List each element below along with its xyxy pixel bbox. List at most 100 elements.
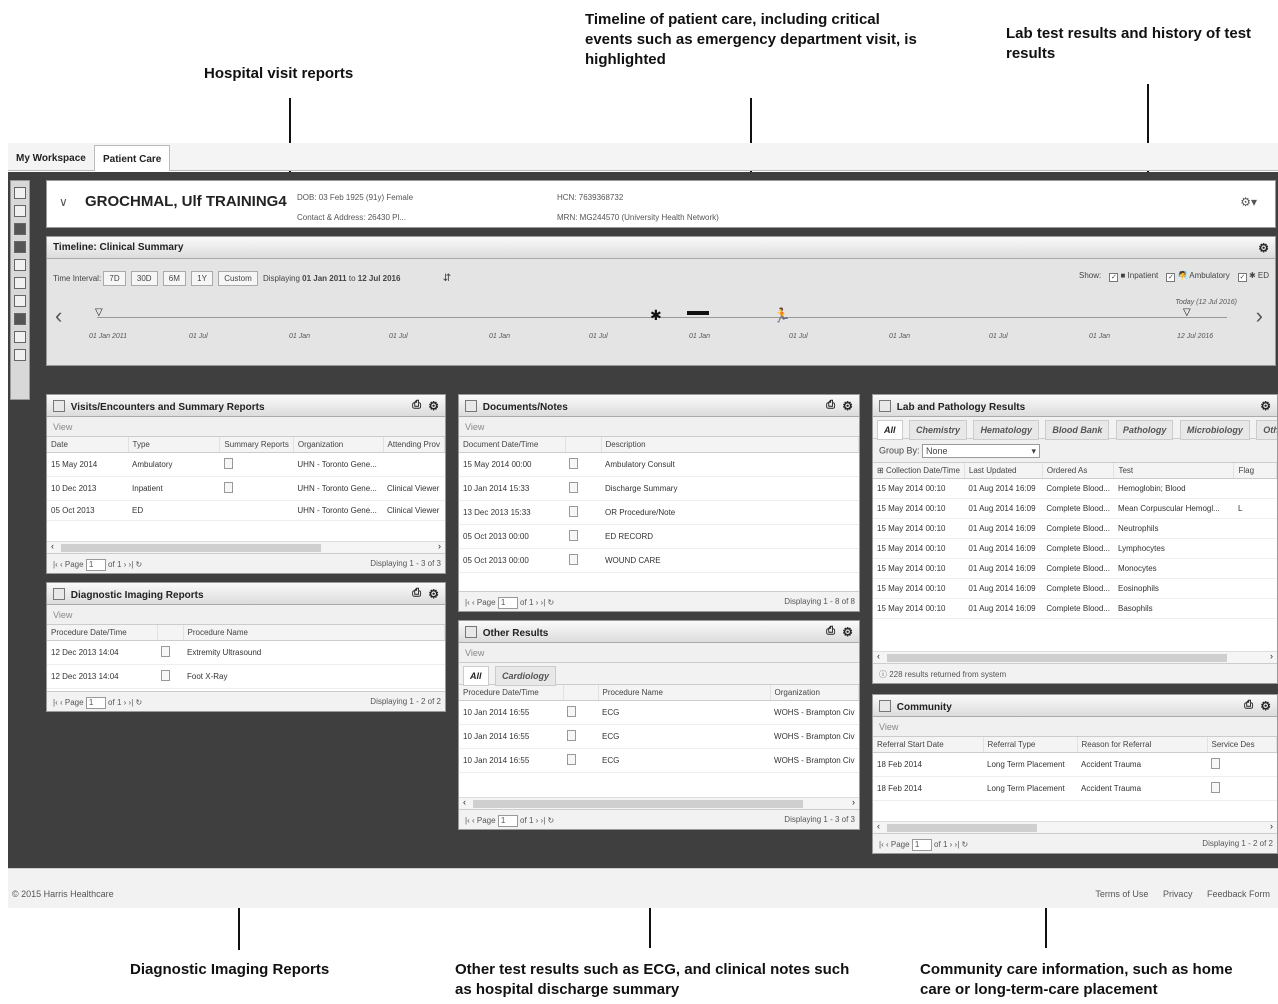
tab-blood-bank[interactable]: Blood Bank — [1045, 420, 1110, 440]
next-page-icon[interactable]: › — [950, 840, 953, 849]
scroll-thumb[interactable] — [473, 800, 803, 808]
scroll-left-icon[interactable]: ‹ — [877, 821, 880, 831]
prev-page-icon[interactable]: ‹ — [472, 816, 475, 825]
next-page-icon[interactable]: › — [536, 598, 539, 607]
table-row[interactable]: 10 Jan 2014 16:55 ECG WOHS - Brampton Civ — [459, 724, 859, 749]
printer-icon[interactable]: ⎙ — [826, 625, 835, 638]
table-row[interactable]: 15 May 2014 00:10 01 Aug 2014 16:09 Comple… — [873, 578, 1277, 599]
table-row[interactable]: 10 Dec 2013 Inpatient UHN - Toronto Gene.… — [47, 476, 445, 501]
document-icon[interactable] — [223, 482, 233, 493]
tab-chemistry[interactable]: Chemistry — [908, 420, 967, 440]
tab-all[interactable]: All — [463, 666, 489, 686]
first-page-icon[interactable]: |‹ — [465, 816, 470, 825]
document-icon[interactable] — [569, 482, 578, 493]
scroll-right-icon[interactable]: › — [852, 797, 855, 807]
view-button[interactable]: View — [53, 422, 72, 432]
barcode-icon[interactable] — [14, 223, 26, 235]
scroll-left-icon[interactable]: ‹ — [51, 541, 54, 551]
inpatient-event-bar[interactable] — [687, 311, 709, 315]
tab-microbiology[interactable]: Microbiology — [1179, 420, 1250, 440]
column-header[interactable]: Referral Type — [983, 737, 1078, 753]
column-header[interactable]: Type — [128, 437, 221, 453]
table-row[interactable]: 15 May 2014 00:10 01 Aug 2014 16:09 Comple… — [873, 598, 1277, 619]
table-row[interactable]: 15 May 2014 00:10 01 Aug 2014 16:09 Comple… — [873, 478, 1277, 499]
first-page-icon[interactable]: |‹ — [53, 560, 58, 569]
document-icon[interactable] — [569, 554, 578, 565]
expand-icon[interactable]: ⊞ — [877, 466, 884, 475]
terms-link[interactable]: Terms of Use — [1095, 889, 1148, 899]
document-icon[interactable] — [1211, 782, 1220, 793]
privacy-link[interactable]: Privacy — [1163, 889, 1193, 899]
refresh-icon[interactable]: ⇵ — [443, 273, 451, 284]
scroll-left-icon[interactable]: ‹ — [463, 797, 466, 807]
scroll-thumb[interactable] — [887, 654, 1227, 662]
chevron-down-icon[interactable]: ▾ — [1032, 446, 1037, 457]
gear-icon[interactable]: ⚙ — [1260, 399, 1271, 413]
chevron-down-icon[interactable]: ∨ — [59, 195, 68, 209]
table-row[interactable]: 15 May 2014 00:10 01 Aug 2014 16:09 Comple… — [873, 538, 1277, 559]
last-page-icon[interactable]: ›| — [955, 840, 960, 849]
tab-all[interactable]: All — [877, 420, 903, 440]
column-header[interactable]: Summary Reports — [219, 437, 294, 453]
column-header[interactable]: Procedure Name — [183, 625, 445, 641]
column-header[interactable]: Procedure Name — [598, 685, 771, 701]
view-button[interactable]: View — [465, 648, 484, 658]
page-input[interactable]: 1 — [497, 597, 518, 609]
document-icon[interactable] — [161, 670, 170, 681]
column-header[interactable]: ⊞ Collection Date/Time — [873, 463, 965, 479]
printer-icon[interactable]: ⎙ — [412, 587, 421, 600]
column-header[interactable]: Referral Start Date — [873, 737, 984, 753]
share-icon[interactable]: ⚙▾ — [1240, 195, 1257, 209]
visits-icon[interactable] — [14, 259, 26, 271]
table-row[interactable]: 15 May 2014 00:10 01 Aug 2014 16:09 Comple… — [873, 558, 1277, 579]
interval-30d-button[interactable]: 30D — [130, 271, 158, 286]
printer-icon[interactable]: ⎙ — [1244, 699, 1253, 712]
horizontal-scrollbar[interactable]: ‹ › — [873, 651, 1277, 663]
refresh-icon[interactable]: ↻ — [136, 560, 143, 569]
timeline-prev-icon[interactable]: ‹ — [55, 303, 62, 329]
page-input[interactable]: 1 — [911, 839, 932, 851]
document-icon[interactable] — [161, 646, 170, 657]
column-header[interactable]: Ordered As — [1042, 463, 1115, 479]
table-row[interactable]: 18 Feb 2014 Long Term Placement Accident T… — [873, 776, 1277, 801]
lab-icon[interactable] — [14, 295, 26, 307]
interval-1y-button[interactable]: 1Y — [191, 271, 213, 286]
first-page-icon[interactable]: |‹ — [465, 598, 470, 607]
tab-my-workspace[interactable]: My Workspace — [8, 145, 94, 171]
table-row[interactable]: 18 Feb 2014 Long Term Placement Accident T… — [873, 752, 1277, 777]
document-icon[interactable] — [1211, 758, 1220, 769]
printer-icon[interactable]: ⎙ — [826, 399, 835, 412]
table-row[interactable]: 15 May 2014 00:10 01 Aug 2014 16:09 Comple… — [873, 518, 1277, 539]
refresh-icon[interactable]: ↻ — [136, 698, 143, 707]
table-row[interactable]: 05 Oct 2013 00:00 WOUND CARE — [459, 548, 859, 573]
tab-other[interactable]: Other — [1256, 420, 1277, 440]
ed-checkbox[interactable]: ✓ — [1237, 273, 1247, 282]
interval-6m-button[interactable]: 6M — [162, 271, 186, 286]
table-row[interactable]: 10 Jan 2014 16:55 ECG WOHS - Brampton Civ — [459, 748, 859, 773]
scroll-left-icon[interactable]: ‹ — [877, 651, 880, 661]
column-header[interactable] — [157, 625, 184, 641]
ed-event-icon[interactable]: ✱ — [650, 307, 662, 324]
next-page-icon[interactable]: › — [124, 698, 127, 707]
view-button[interactable]: View — [465, 422, 484, 432]
page-input[interactable]: 1 — [85, 697, 106, 709]
first-page-icon[interactable]: |‹ — [879, 840, 884, 849]
column-header[interactable]: Organization — [770, 685, 859, 701]
imaging-icon[interactable] — [14, 313, 26, 325]
column-header[interactable]: Document Date/Time — [459, 437, 566, 453]
gear-icon[interactable]: ⚙ — [428, 399, 439, 413]
column-header[interactable]: Service Des — [1207, 737, 1277, 753]
table-row[interactable]: 15 May 2014 00:00 Ambulatory Consult — [459, 452, 859, 477]
tab-patient-care[interactable]: Patient Care — [94, 145, 171, 171]
document-icon[interactable] — [569, 506, 578, 517]
patient-contact[interactable]: Contact & Address: 26430 Pl... — [297, 213, 406, 222]
table-row[interactable]: 10 Jan 2014 15:33 Discharge Summary — [459, 476, 859, 501]
interval-7d-button[interactable]: 7D — [103, 271, 126, 286]
scroll-right-icon[interactable]: › — [438, 541, 441, 551]
documents-icon[interactable] — [14, 277, 26, 289]
column-header[interactable]: Test — [1113, 463, 1235, 479]
document-icon[interactable] — [567, 754, 577, 765]
prev-page-icon[interactable]: ‹ — [60, 560, 63, 569]
column-header[interactable]: Procedure Date/Time — [459, 685, 564, 701]
tab-hematology[interactable]: Hematology — [973, 420, 1039, 440]
